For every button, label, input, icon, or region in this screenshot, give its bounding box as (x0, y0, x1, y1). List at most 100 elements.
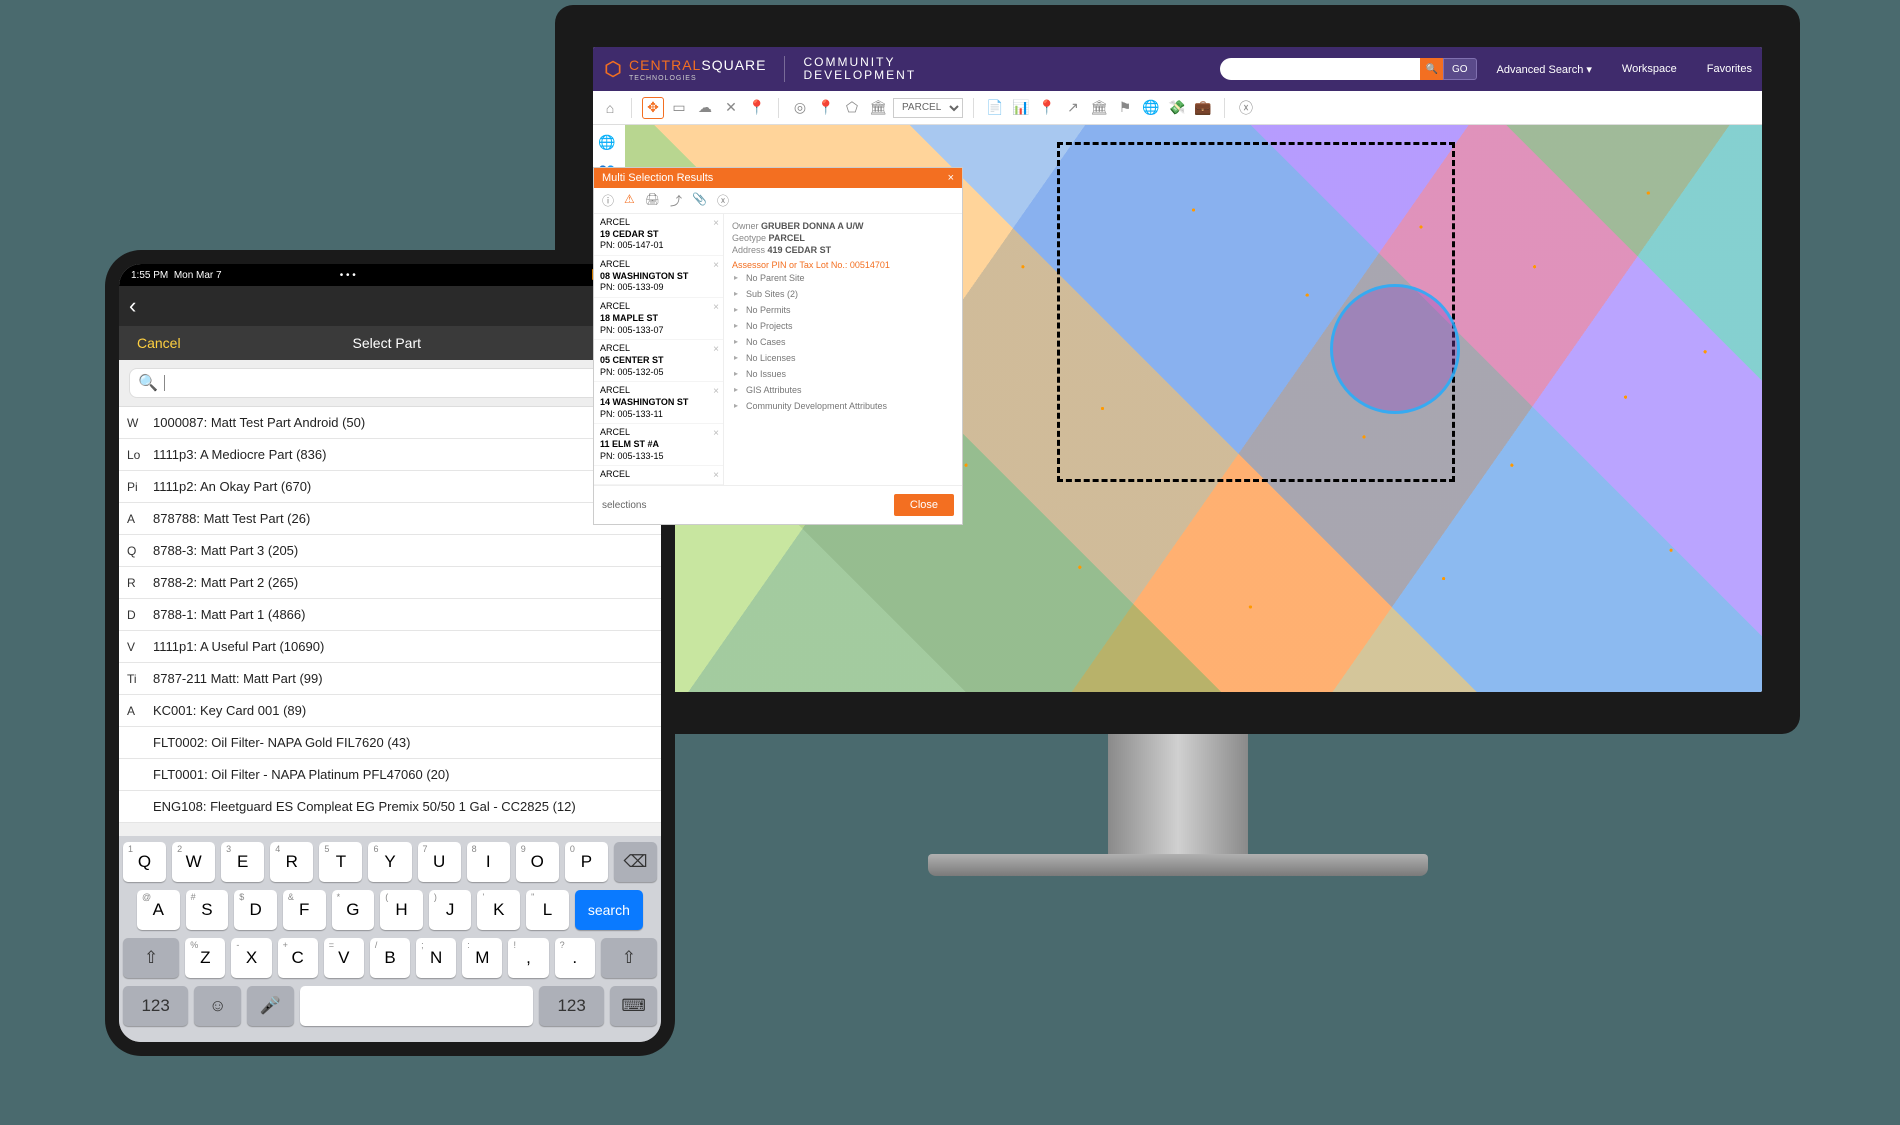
key-u[interactable]: U (418, 842, 461, 882)
close-button[interactable]: Close (894, 494, 954, 516)
global-search-input[interactable] (1220, 58, 1420, 80)
key-123-r[interactable]: 123 (539, 986, 604, 1026)
marker-icon[interactable]: 📍 (815, 97, 837, 119)
part-row[interactable]: A878788: Matt Test Part (26) (119, 503, 661, 535)
key-s[interactable]: S (186, 890, 229, 930)
pin2-icon[interactable]: 📍 (1036, 97, 1058, 119)
key-shift-r[interactable]: ⇧ (601, 938, 657, 978)
flag-icon[interactable]: ⚑ (1114, 97, 1136, 119)
key-p[interactable]: P (565, 842, 608, 882)
print-icon[interactable]: 🖨 (645, 192, 660, 209)
warn-icon[interactable]: ⚠ (624, 192, 635, 209)
layer-select[interactable]: PARCEL (893, 98, 963, 118)
dialog-close-icon[interactable]: × (948, 172, 954, 184)
key-j[interactable]: J (429, 890, 472, 930)
key-a[interactable]: A (137, 890, 180, 930)
key-dismiss[interactable]: ⌨ (610, 986, 657, 1026)
key-y[interactable]: Y (368, 842, 411, 882)
parcel-item[interactable]: ARCEL19 CEDAR STPN: 005-147-01× (594, 214, 723, 256)
poly-icon[interactable]: ⬠ (841, 97, 863, 119)
part-row[interactable]: Pi1111p2: An Okay Part (670) (119, 471, 661, 503)
key-i[interactable]: I (467, 842, 510, 882)
key-n[interactable]: N (416, 938, 456, 978)
part-row[interactable]: D8788-1: Matt Part 1 (4866) (119, 599, 661, 631)
cancel-button[interactable]: Cancel (137, 335, 181, 351)
select-rect-icon[interactable]: ▭ (668, 97, 690, 119)
key-emoji[interactable]: ☺ (194, 986, 241, 1026)
globe-icon[interactable]: 🌐 (1140, 97, 1162, 119)
part-row[interactable]: Q8788-3: Matt Part 3 (205) (119, 535, 661, 567)
key-w[interactable]: W (172, 842, 215, 882)
remove-parcel-icon[interactable]: × (713, 259, 719, 272)
advanced-search-link[interactable]: Advanced Search ▾ (1497, 63, 1592, 76)
go-button[interactable]: GO (1443, 58, 1477, 80)
doc-icon[interactable]: 📄 (984, 97, 1006, 119)
key-h[interactable]: H (380, 890, 423, 930)
bank-icon[interactable]: 🏛 (1088, 97, 1110, 119)
part-row[interactable]: V1111p1: A Useful Part (10690) (119, 631, 661, 663)
part-row[interactable]: R8788-2: Matt Part 2 (265) (119, 567, 661, 599)
key-backspace[interactable]: ⌫ (614, 842, 657, 882)
world-icon[interactable]: 🌐 (596, 131, 618, 153)
detail-tree-item[interactable]: No Permits (732, 302, 954, 318)
home-icon[interactable]: ⌂ (599, 97, 621, 119)
key-mic[interactable]: 🎤 (247, 986, 294, 1026)
part-row[interactable]: FLT0002: Oil Filter- NAPA Gold FIL7620 (… (119, 727, 661, 759)
parcel-item[interactable]: ARCEL18 MAPLE STPN: 005-133-07× (594, 298, 723, 340)
remove-parcel-icon[interactable]: × (713, 217, 719, 230)
key-x[interactable]: X (231, 938, 271, 978)
key-m[interactable]: M (462, 938, 502, 978)
key-t[interactable]: T (319, 842, 362, 882)
key-search[interactable]: search (575, 890, 643, 930)
parcel-item[interactable]: ARCEL05 CENTER STPN: 005-132-05× (594, 340, 723, 382)
key-l[interactable]: L (526, 890, 569, 930)
parcel-item[interactable]: ARCEL14 WASHINGTON STPN: 005-133-11× (594, 382, 723, 424)
attach-icon[interactable]: 📎 (692, 192, 707, 209)
remove-parcel-icon[interactable]: × (713, 427, 719, 440)
part-row[interactable]: Ti8787-211 Matt: Matt Part (99) (119, 663, 661, 695)
close-x-icon[interactable]: ⓧ (1235, 97, 1257, 119)
key-comma[interactable]: , (508, 938, 548, 978)
part-row[interactable]: FLT0001: Oil Filter - NAPA Platinum PFL4… (119, 759, 661, 791)
key-period[interactable]: . (555, 938, 595, 978)
part-row[interactable]: ENG108: Fleetguard ES Compleat EG Premix… (119, 791, 661, 823)
detail-tree-item[interactable]: No Projects (732, 318, 954, 334)
parcel-item[interactable]: ARCEL× (594, 466, 723, 485)
back-icon[interactable]: ‹ (129, 293, 136, 319)
cd-attributes[interactable]: Community Development Attributes (732, 398, 954, 414)
remove-parcel-icon[interactable]: × (713, 469, 719, 482)
gis-attributes[interactable]: GIS Attributes (732, 382, 954, 398)
target-icon[interactable]: ◎ (789, 97, 811, 119)
parcel-item[interactable]: ARCEL08 WASHINGTON STPN: 005-133-09× (594, 256, 723, 298)
xfer-icon[interactable]: 💸 (1166, 97, 1188, 119)
remove-parcel-icon[interactable]: × (713, 343, 719, 356)
pan-tool-icon[interactable]: ✥ (642, 97, 664, 119)
part-row[interactable]: AKC001: Key Card 001 (89) (119, 695, 661, 727)
detail-tree-item[interactable]: No Licenses (732, 350, 954, 366)
key-shift[interactable]: ⇧ (123, 938, 179, 978)
chart-icon[interactable]: 📊 (1010, 97, 1032, 119)
key-r[interactable]: R (270, 842, 313, 882)
detail-tree-item[interactable]: No Parent Site (732, 270, 954, 286)
key-f[interactable]: F (283, 890, 326, 930)
case-icon[interactable]: 💼 (1192, 97, 1214, 119)
key-b[interactable]: B (370, 938, 410, 978)
key-z[interactable]: Z (185, 938, 225, 978)
part-row[interactable]: W1000087: Matt Test Part Android (50) (119, 407, 661, 439)
parcel-item[interactable]: ARCEL11 ELM ST #APN: 005-133-15× (594, 424, 723, 466)
part-search-input[interactable]: 🔍 (129, 368, 651, 398)
search-icon-button[interactable]: 🔍 (1420, 58, 1444, 80)
measure-icon[interactable]: ✕ (720, 97, 742, 119)
detail-tree-item[interactable]: No Cases (732, 334, 954, 350)
export-icon[interactable]: ⤴ (670, 192, 682, 209)
key-123[interactable]: 123 (123, 986, 188, 1026)
key-k[interactable]: K (477, 890, 520, 930)
detail-tree-item[interactable]: Sub Sites (2) (732, 286, 954, 302)
send-icon[interactable]: ↗ (1062, 97, 1084, 119)
key-q[interactable]: Q (123, 842, 166, 882)
key-o[interactable]: O (516, 842, 559, 882)
remove-parcel-icon[interactable]: × (713, 301, 719, 314)
key-space[interactable] (300, 986, 533, 1026)
workspace-link[interactable]: Workspace (1622, 63, 1677, 75)
part-row[interactable]: Lo1111p3: A Mediocre Part (836) (119, 439, 661, 471)
